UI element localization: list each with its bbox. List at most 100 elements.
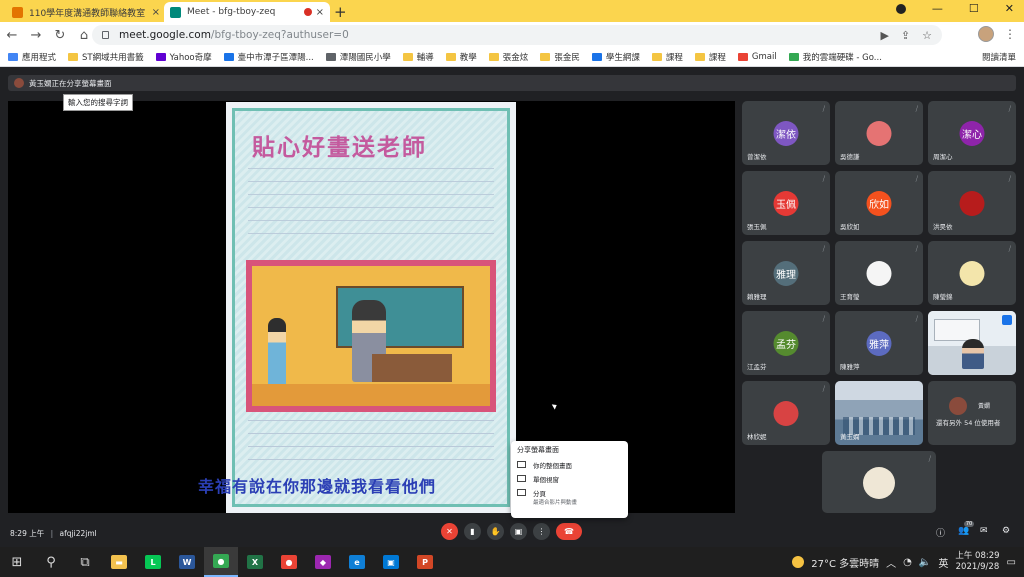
tray-chevron-icon[interactable]: ︿ [886,555,896,570]
info-icon[interactable]: ⓘ [936,526,945,539]
raise-hand-button[interactable]: ✋ [487,523,504,540]
initials-avatar: 孟芬 [773,331,799,356]
chrome-menu-icon[interactable]: ⋮ [1004,27,1016,41]
weather-text[interactable]: 27°C 多雲時晴 [811,555,879,570]
taskbar-app-word[interactable]: W [170,547,204,577]
bookmark-item[interactable]: 課程 [651,51,683,63]
tab-close-icon[interactable]: × [152,7,160,18]
participant-tile[interactable]: 黃玉嫻 [835,381,923,445]
mic-muted-icon: ⧸ [822,245,825,253]
participant-name: 賴雅理 [747,293,767,301]
network-icon[interactable]: ◔ [903,557,912,568]
present-button[interactable]: ▣ [510,523,527,540]
bookmark-item[interactable]: 張金炫 [488,51,528,63]
minimize-button[interactable]: — [932,2,943,15]
new-tab-button[interactable]: + [334,3,347,21]
more-options-button[interactable]: ⋮ [533,523,550,540]
taskbar-app-line[interactable]: L [136,547,170,577]
chat-icon[interactable]: ✉ [980,526,988,536]
close-window-button[interactable]: ✕ [1005,2,1014,15]
reading-list-button[interactable]: 閱讀清單 [982,51,1016,63]
search-button[interactable]: ⚲ [34,547,68,577]
share-tab-option[interactable]: 分頁 最適合影片與動畫 [517,488,622,506]
ime-indicator[interactable]: 英 [938,555,948,570]
mic-muted-icon: ⧸ [915,315,918,323]
participant-tile[interactable]: ⧸ 吳德謙 [835,101,923,165]
participant-name: 洪昊依 [933,223,953,231]
camera-icon[interactable]: ▶ [880,29,888,42]
taskbar-app-excel[interactable]: X [238,547,272,577]
participant-tile[interactable]: ⧸ 潔依 曾潔依 [742,101,830,165]
taskbar-app-chrome[interactable]: ● [204,547,238,577]
bookmark-item[interactable]: 學生網課 [591,51,640,63]
participant-tile[interactable]: ⧸ 欣如 吳欣如 [835,171,923,235]
share-entire-screen-option[interactable]: 你的整個畫面 [517,460,622,470]
bookmark-icon [325,53,336,61]
participant-tile[interactable]: ⧸ 洪昊依 [928,171,1016,235]
mic-off-button[interactable]: ✕ [441,523,458,540]
bookmark-label: 張金民 [554,53,580,63]
participant-tile[interactable]: ⧸ [822,451,936,513]
bookmark-star-icon[interactable]: ☆ [922,29,932,42]
bookmark-label: 學生網課 [605,53,640,63]
forward-button[interactable]: → [24,28,48,43]
camera-button[interactable]: ▮ [464,523,481,540]
task-view-button[interactable]: ⧉ [68,547,102,577]
pinned-icon[interactable] [1002,315,1012,325]
paint-icon: ◆ [315,555,331,569]
windows-taskbar: ⊞ ⚲ ⧉ ▬ L W ● X ● ◆ e ▣ P 27°C 多雲時晴 ︿ ◔ 🔈 英 上午 08… [0,547,1024,577]
more-participants-tile[interactable]: 黃嫻 還有另外 54 位使用者 [928,381,1016,445]
bookmark-item[interactable]: 課程 [694,51,726,63]
tab-close-icon[interactable]: × [316,7,324,18]
back-button[interactable]: ← [0,28,24,43]
tab-meet[interactable]: Meet - bfg-tboy-zeq × [164,2,330,22]
taskbar-app-paint[interactable]: ◆ [306,547,340,577]
participant-tile[interactable]: ⧸ 孟芬 江孟芬 [742,311,830,375]
bookmark-item[interactable]: 潭陽國民小學 [325,51,391,63]
bookmark-item[interactable]: 張金民 [540,51,580,63]
bookmark-item[interactable]: 臺中市潭子區潭陽... [223,51,314,63]
reload-button[interactable]: ↻ [48,28,72,43]
participant-tile[interactable]: ⧸ 雅萍 陳雅萍 [835,311,923,375]
participant-tile[interactable]: ⧸ 玉佩 張玉佩 [742,171,830,235]
clock[interactable]: 上午 08:29 2021/9/28 [955,551,999,573]
participant-tile[interactable]: ⧸ 潔心 周潔心 [928,101,1016,165]
address-bar[interactable]: meet.google.com /bfg-tboy-zeq?authuser=0… [92,25,942,45]
clock-time: 上午 08:29 [955,551,1000,561]
bookmark-item[interactable]: 教學 [445,51,477,63]
taskbar-app-edge[interactable]: e [340,547,374,577]
leave-call-button[interactable]: ☎ [556,523,582,540]
bookmark-item[interactable]: 我的雲端硬碟 - Go... [788,51,882,63]
taskbar-app-chrome-2[interactable]: ● [272,547,306,577]
bookmark-item[interactable]: 輔導 [402,51,434,63]
participant-tile[interactable]: ⧸ 林欣妮 [742,381,830,445]
profile-dot-icon[interactable] [895,3,906,14]
profile-avatar[interactable] [978,26,994,42]
start-button[interactable]: ⊞ [0,547,34,577]
share-icon[interactable]: ⇪ [901,29,910,42]
initials-avatar: 玉佩 [773,191,799,216]
bookmark-item[interactable]: Gmail [737,52,777,62]
bookmark-item[interactable]: 應用程式 [8,51,56,63]
participant-tile[interactable]: ⧸ 雅理 賴雅理 [742,241,830,305]
tab-class-contact[interactable]: 110學年度溝通教師聯絡教室 × [6,2,166,22]
people-button[interactable]: 👥 70 [958,521,975,536]
activities-icon[interactable]: ⚙ [1002,526,1010,536]
participant-count-badge: 70 [963,521,975,527]
presenting-text: 黃玉嫻正在分享螢幕畫面 [29,78,112,88]
notification-icon[interactable]: ▭ [1007,557,1016,568]
share-window-option[interactable]: 單個視窗 [517,474,622,484]
taskbar-app-powerpoint[interactable]: P [408,547,442,577]
bookmark-item[interactable]: Yahoo奇摩 [155,51,212,63]
taskbar-app-store[interactable]: ▣ [374,547,408,577]
participant-tile[interactable] [928,311,1016,375]
maximize-button[interactable]: ☐ [969,2,979,15]
volume-icon[interactable]: 🔈 [919,557,931,568]
presentation-stage: 貼心好畫送老師 幸福有說在你那邊就我看看他們 分享螢幕畫面 你的整個畫面 單個視… [8,101,735,518]
participant-tile[interactable]: ⧸ 王育瑩 [835,241,923,305]
share-menu-title: 分享螢幕畫面 [517,446,559,454]
taskbar-app-file-explorer[interactable]: ▬ [102,547,136,577]
participant-tile[interactable]: ⧸ 陳瑩錦 [928,241,1016,305]
browser-tab-strip: 110學年度溝通教師聯絡教室 × Meet - bfg-tboy-zeq × +… [0,0,1024,22]
bookmark-item[interactable]: ST網域共用書籤 [68,51,144,63]
